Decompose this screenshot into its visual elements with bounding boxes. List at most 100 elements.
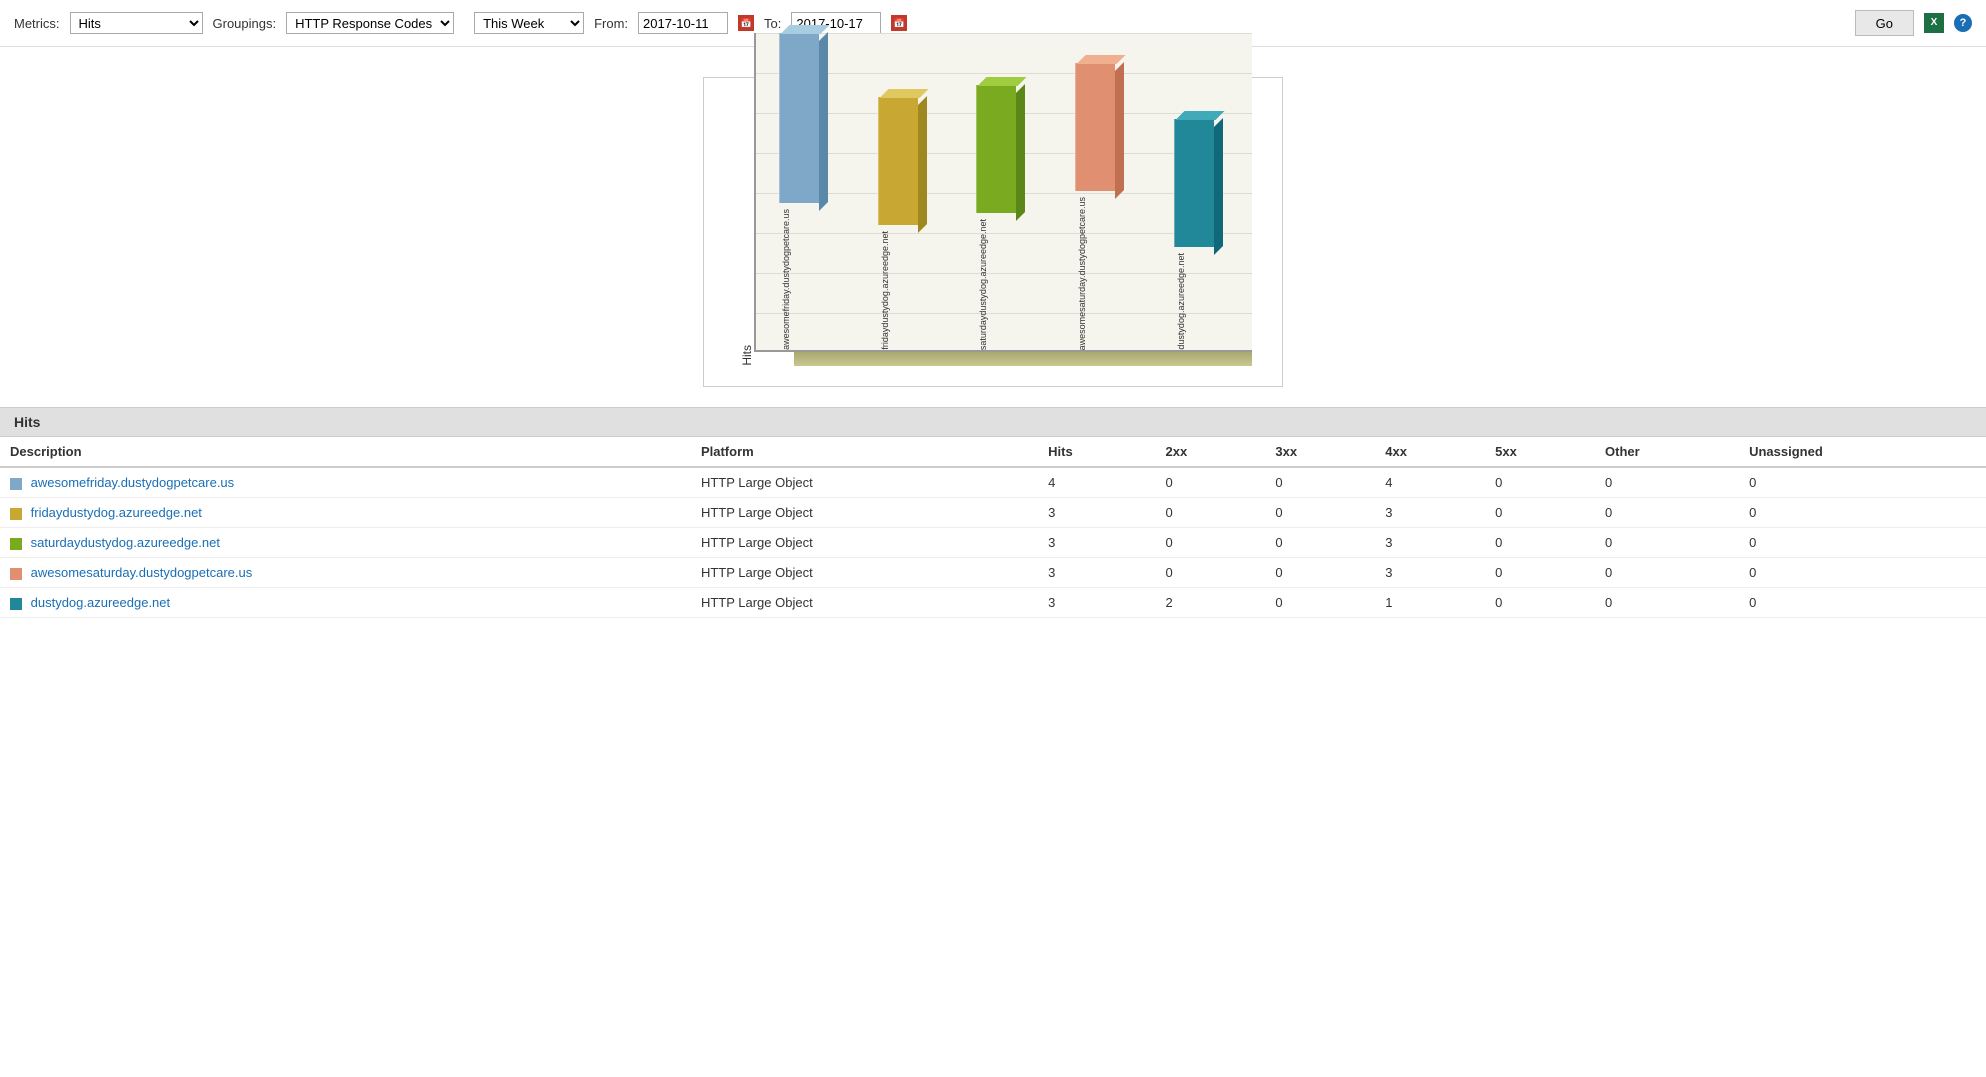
cell-unassigned: 0 — [1739, 528, 1986, 558]
cell-hits: 4 — [1038, 467, 1155, 498]
cell-unassigned: 0 — [1739, 558, 1986, 588]
cell-5xx: 0 — [1485, 498, 1595, 528]
cell-hits: 3 — [1038, 588, 1155, 618]
col-other: Other — [1595, 437, 1739, 467]
table-header-row: Description Platform Hits 2xx 3xx 4xx 5x… — [0, 437, 1986, 467]
table-row: awesomefriday.dustydogpetcare.us HTTP La… — [0, 467, 1986, 498]
excel-icon[interactable]: X — [1924, 13, 1944, 33]
bar-label: awesomesaturday.dustydogpetcare.us — [1077, 197, 1087, 350]
cell-description: dustydog.azureedge.net — [0, 588, 691, 618]
cell-platform: HTTP Large Object — [691, 498, 1038, 528]
cell-2xx: 0 — [1156, 528, 1266, 558]
chart-inner: Hits awesomefriday.dustydogpetcare.us fri… — [734, 126, 1252, 366]
col-3xx: 3xx — [1265, 437, 1375, 467]
table-row: saturdaydustydog.azureedge.net HTTP Larg… — [0, 528, 1986, 558]
row-color-dot — [10, 538, 22, 550]
cell-platform: HTTP Large Object — [691, 558, 1038, 588]
cell-platform: HTTP Large Object — [691, 467, 1038, 498]
cell-description: awesomesaturday.dustydogpetcare.us — [0, 558, 691, 588]
cell-unassigned: 0 — [1739, 588, 1986, 618]
cell-other: 0 — [1595, 588, 1739, 618]
col-unassigned: Unassigned — [1739, 437, 1986, 467]
table-row: fridaydustydog.azureedge.net HTTP Large … — [0, 498, 1986, 528]
data-table: Description Platform Hits 2xx 3xx 4xx 5x… — [0, 437, 1986, 618]
cell-other: 0 — [1595, 528, 1739, 558]
to-calendar-icon[interactable]: 📅 — [891, 15, 907, 31]
cell-4xx: 4 — [1375, 467, 1485, 498]
cell-2xx: 0 — [1156, 467, 1266, 498]
to-label: To: — [764, 16, 781, 31]
metrics-select[interactable]: Hits Bytes Transferred Cache Hit Ratio — [70, 12, 203, 34]
cell-3xx: 0 — [1265, 498, 1375, 528]
cell-other: 0 — [1595, 467, 1739, 498]
row-color-dot — [10, 568, 22, 580]
cell-3xx: 0 — [1265, 558, 1375, 588]
cell-unassigned: 0 — [1739, 498, 1986, 528]
bar-label: awesomefriday.dustydogpetcare.us — [781, 209, 791, 350]
cell-4xx: 1 — [1375, 588, 1485, 618]
cell-2xx: 2 — [1156, 588, 1266, 618]
description-link[interactable]: awesomesaturday.dustydogpetcare.us — [31, 565, 253, 580]
cell-description: awesomefriday.dustydogpetcare.us — [0, 467, 691, 498]
bar-group: fridaydustydog.azureedge.net — [878, 97, 933, 350]
col-description: Description — [0, 437, 691, 467]
from-label: From: — [594, 16, 628, 31]
from-input[interactable] — [638, 12, 728, 34]
bar-group: awesomesaturday.dustydogpetcare.us — [1075, 63, 1130, 350]
table-row: dustydog.azureedge.net HTTP Large Object… — [0, 588, 1986, 618]
description-link[interactable]: awesomefriday.dustydogpetcare.us — [31, 475, 235, 490]
description-link[interactable]: saturdaydustydog.azureedge.net — [31, 535, 220, 550]
cell-platform: HTTP Large Object — [691, 588, 1038, 618]
bars-wrapper: awesomefriday.dustydogpetcare.us fridaydu… — [766, 33, 1242, 350]
go-button[interactable]: Go — [1855, 10, 1914, 36]
groupings-select[interactable]: HTTP Response Codes Platform Country — [286, 12, 454, 34]
col-5xx: 5xx — [1485, 437, 1595, 467]
cell-other: 0 — [1595, 558, 1739, 588]
cell-description: saturdaydustydog.azureedge.net — [0, 528, 691, 558]
chart-area: awesomefriday.dustydogpetcare.us fridaydu… — [754, 33, 1252, 352]
col-hits: Hits — [1038, 437, 1155, 467]
chart-container: Top 10 Edge CNAMEs Hits awesomefriday.du… — [0, 47, 1986, 407]
chart-y-label: Hits — [734, 345, 754, 366]
chart-ground — [794, 352, 1252, 366]
cell-hits: 3 — [1038, 498, 1155, 528]
cell-other: 0 — [1595, 498, 1739, 528]
col-platform: Platform — [691, 437, 1038, 467]
cell-platform: HTTP Large Object — [691, 528, 1038, 558]
row-color-dot — [10, 598, 22, 610]
cell-4xx: 3 — [1375, 498, 1485, 528]
bar-label: dustydog.azureedge.net — [1176, 253, 1186, 350]
cell-description: fridaydustydog.azureedge.net — [0, 498, 691, 528]
bar-group: dustydog.azureedge.net — [1174, 119, 1229, 350]
description-link[interactable]: fridaydustydog.azureedge.net — [31, 505, 202, 520]
table-section-header: Hits — [0, 407, 1986, 437]
col-4xx: 4xx — [1375, 437, 1485, 467]
metrics-label: Metrics: — [14, 16, 60, 31]
from-calendar-icon[interactable]: 📅 — [738, 15, 754, 31]
cell-5xx: 0 — [1485, 558, 1595, 588]
table-row: awesomesaturday.dustydogpetcare.us HTTP … — [0, 558, 1986, 588]
cell-3xx: 0 — [1265, 467, 1375, 498]
cell-hits: 3 — [1038, 558, 1155, 588]
help-icon[interactable]: ? — [1954, 14, 1972, 32]
chart-box: Top 10 Edge CNAMEs Hits awesomefriday.du… — [703, 77, 1283, 387]
cell-5xx: 0 — [1485, 528, 1595, 558]
col-2xx: 2xx — [1156, 437, 1266, 467]
cell-4xx: 3 — [1375, 558, 1485, 588]
cell-unassigned: 0 — [1739, 467, 1986, 498]
cell-4xx: 3 — [1375, 528, 1485, 558]
bar-group: saturdaydustydog.azureedge.net — [976, 85, 1031, 350]
cell-3xx: 0 — [1265, 588, 1375, 618]
bar-group: awesomefriday.dustydogpetcare.us — [779, 33, 834, 350]
table-body: awesomefriday.dustydogpetcare.us HTTP La… — [0, 467, 1986, 618]
groupings-label: Groupings: — [213, 16, 277, 31]
row-color-dot — [10, 478, 22, 490]
description-link[interactable]: dustydog.azureedge.net — [31, 595, 171, 610]
cell-5xx: 0 — [1485, 588, 1595, 618]
period-select[interactable]: This Week Last Week This Month Last Mont… — [474, 12, 584, 34]
bar-label: fridaydustydog.azureedge.net — [880, 231, 890, 350]
cell-2xx: 0 — [1156, 498, 1266, 528]
row-color-dot — [10, 508, 22, 520]
cell-3xx: 0 — [1265, 528, 1375, 558]
cell-hits: 3 — [1038, 528, 1155, 558]
